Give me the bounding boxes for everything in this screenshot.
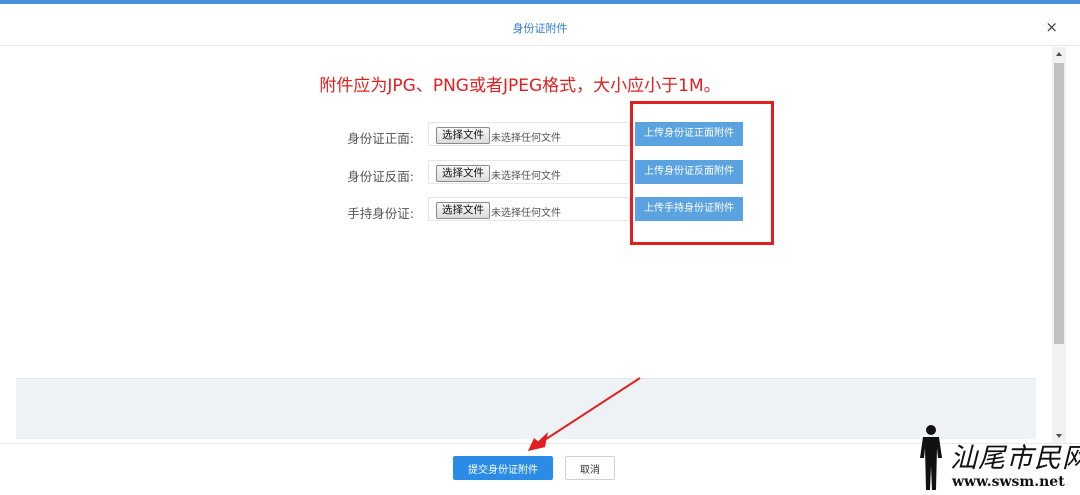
submit-id-attachment-button[interactable]: 提交身份证附件 [453, 456, 553, 480]
preview-panel [16, 378, 1036, 439]
id-front-choose-file-button[interactable]: 选择文件 [436, 127, 490, 144]
close-icon[interactable]: × [1045, 20, 1058, 35]
dialog-content: 附件应为JPG、PNG或者JPEG格式，大小应小于1M。 身份证正面: 选择文件… [0, 47, 1050, 439]
id-back-file-status: 未选择任何文件 [491, 171, 561, 182]
dialog-title: 身份证附件 [512, 22, 568, 35]
watermark-url: www.swsm.net [952, 474, 1065, 490]
scroll-up-arrow-icon[interactable] [1052, 47, 1066, 61]
cancel-button[interactable]: 取消 [565, 456, 615, 480]
id-back-label: 身份证反面: [347, 169, 414, 184]
handheld-id-file-input[interactable]: 选择文件 未选择任何文件 [428, 197, 630, 221]
handheld-id-file-status: 未选择任何文件 [491, 208, 561, 219]
id-front-file-input[interactable]: 选择文件 未选择任何文件 [428, 122, 630, 146]
id-back-file-input[interactable]: 选择文件 未选择任何文件 [428, 160, 630, 184]
handheld-id-label: 手持身份证: [347, 206, 414, 221]
handheld-id-choose-file-button[interactable]: 选择文件 [436, 202, 490, 219]
dialog-header: 身份证附件 × [0, 4, 1080, 46]
upload-buttons-highlight-box [630, 101, 774, 245]
scroll-thumb[interactable] [1054, 63, 1064, 344]
figure-silhouette-icon [920, 425, 942, 490]
vertical-scrollbar[interactable] [1052, 47, 1066, 443]
id-back-choose-file-button[interactable]: 选择文件 [436, 165, 490, 182]
format-notice: 附件应为JPG、PNG或者JPEG格式，大小应小于1M。 [319, 76, 721, 96]
id-front-label: 身份证正面: [347, 131, 414, 146]
watermark-text: 汕尾市民网 [950, 443, 1080, 474]
id-front-file-status: 未选择任何文件 [491, 133, 561, 144]
site-watermark: 汕尾市民网 www.swsm.net [906, 418, 1080, 495]
